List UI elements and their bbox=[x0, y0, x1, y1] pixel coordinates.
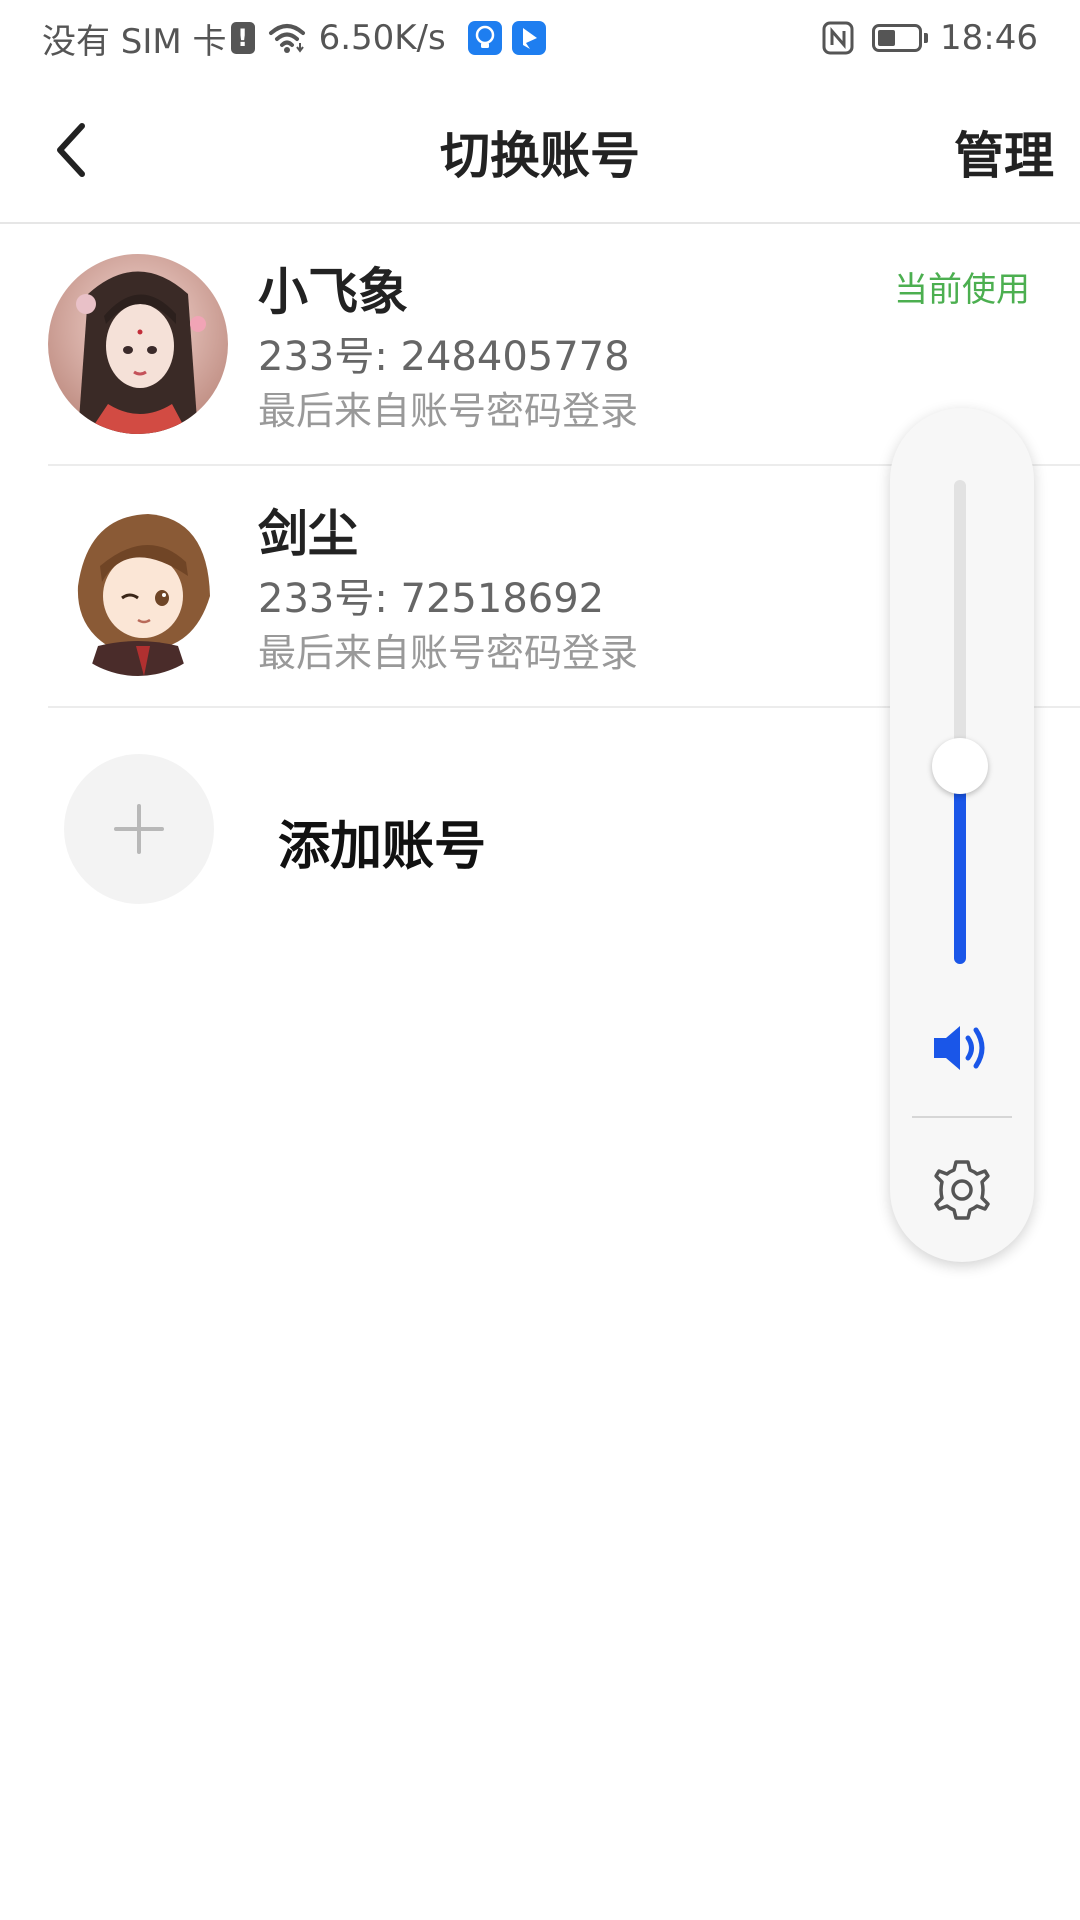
sim-alert-icon: ! bbox=[230, 22, 255, 54]
clock: 18:46 bbox=[940, 18, 1038, 58]
header: 切换账号 管理 bbox=[0, 78, 1080, 224]
speaker-button[interactable] bbox=[930, 1018, 994, 1078]
status-left: 没有 SIM 卡 ! 6.50K/s bbox=[42, 12, 546, 64]
add-account-circle bbox=[64, 754, 214, 904]
panel-divider bbox=[912, 1116, 1012, 1118]
avatar bbox=[48, 254, 228, 434]
volume-slider-thumb[interactable] bbox=[932, 737, 988, 794]
plus-icon bbox=[114, 804, 164, 854]
volume-slider-track[interactable] bbox=[954, 480, 966, 964]
nfc-icon bbox=[822, 21, 854, 55]
gear-icon bbox=[934, 1160, 990, 1220]
volume-slider-fill bbox=[954, 765, 966, 964]
account-name: 小飞象 bbox=[258, 263, 408, 321]
manage-button[interactable]: 管理 bbox=[954, 116, 1054, 188]
account-id: 233号: 248405778 bbox=[258, 334, 630, 380]
speaker-icon bbox=[934, 1026, 985, 1070]
carrier-text: 没有 SIM 卡 bbox=[42, 21, 227, 62]
account-name: 剑尘 bbox=[258, 505, 358, 563]
account-id: 233号: 72518692 bbox=[258, 576, 605, 622]
volume-panel bbox=[890, 408, 1034, 1262]
sound-settings-button[interactable] bbox=[928, 1156, 996, 1224]
status-right: 18:46 bbox=[822, 12, 1038, 64]
avatar bbox=[48, 496, 228, 676]
bulb-app-icon bbox=[467, 21, 502, 55]
account-login-info: 最后来自账号密码登录 bbox=[258, 631, 639, 675]
status-bar: 没有 SIM 卡 ! 6.50K/s 18:46 bbox=[0, 0, 1080, 78]
page-title: 切换账号 bbox=[440, 127, 640, 185]
current-use-badge: 当前使用 bbox=[894, 270, 1030, 310]
battery-icon bbox=[872, 24, 929, 52]
add-account-label: 添加账号 bbox=[278, 817, 487, 877]
account-login-info: 最后来自账号密码登录 bbox=[258, 389, 639, 433]
battery-fill bbox=[878, 30, 896, 46]
bird-app-icon bbox=[511, 21, 546, 55]
net-speed: 6.50K/s bbox=[318, 18, 446, 58]
wifi-icon bbox=[268, 24, 305, 53]
